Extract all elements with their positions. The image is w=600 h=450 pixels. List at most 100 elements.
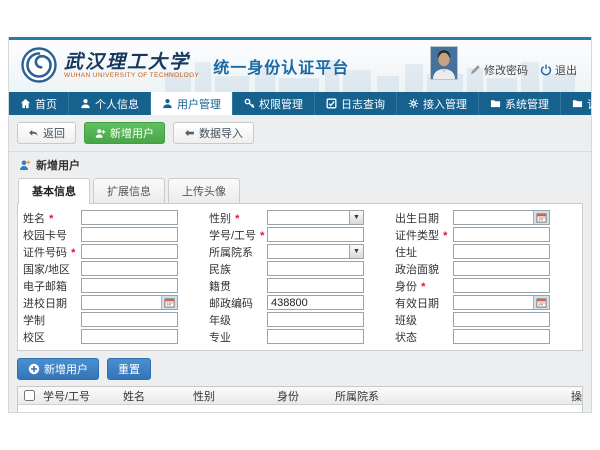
add-user-icon (95, 128, 106, 139)
field-input-campus[interactable] (81, 329, 178, 344)
field-label-ethnicity: 民族 (209, 261, 267, 277)
field-label-gender: 性别 * (209, 210, 267, 226)
field-input-campus-card-no[interactable] (81, 227, 178, 242)
header: 武汉理工大学 WUHAN UNIVERSITY OF TECHNOLOGY 统一… (9, 40, 591, 92)
field-label-study-length: 学制 (23, 312, 81, 328)
logout-link[interactable]: 退出 (540, 62, 577, 80)
column-header-identity: 身份 (274, 388, 332, 404)
form-field-campus-card-no: 校园卡号 (23, 227, 205, 242)
reset-button[interactable]: 重置 (107, 358, 151, 380)
content-area: 返回 新增用户 数据导入 新增用户 基本信息 扩展信息 上传头像 (9, 115, 591, 412)
field-label-name: 姓名 * (23, 210, 81, 226)
field-control-major (267, 329, 364, 344)
form-field-student-id: 学号/工号 * (209, 227, 391, 242)
nav-item-profile[interactable]: 个人信息 (69, 92, 151, 115)
field-input-country-region[interactable] (81, 261, 178, 276)
calendar-icon (536, 297, 547, 308)
users-table-header: 学号/工号 姓名 性别 身份 所属院系 操作 (18, 387, 582, 405)
field-input-id-type[interactable] (453, 227, 550, 242)
field-label-enroll-date: 进校日期 (23, 295, 81, 311)
field-control-identity (453, 278, 550, 293)
field-input-study-length[interactable] (81, 312, 178, 327)
field-control-country-region (81, 261, 178, 276)
field-input-class[interactable] (453, 312, 550, 327)
field-input-email[interactable] (81, 278, 178, 293)
required-asterisk: * (260, 230, 264, 242)
field-control-campus (81, 329, 178, 344)
field-input-major[interactable] (267, 329, 364, 344)
nav-item-label: 权限管理 (259, 96, 303, 112)
log-icon (326, 98, 337, 109)
field-label-country-region: 国家/地区 (23, 261, 81, 277)
form-field-name: 姓名 * (23, 210, 205, 225)
field-input-id-number[interactable] (81, 244, 178, 259)
section-title: 新增用户 (17, 152, 583, 178)
field-input-native-place[interactable] (267, 278, 364, 293)
nav-item-home[interactable]: 首页 (9, 92, 69, 115)
form-field-id-type: 证件类型 * (395, 227, 577, 242)
nav-item-subscription[interactable]: 订阅管理 (561, 92, 600, 115)
field-input-address[interactable] (453, 244, 550, 259)
nav-item-user-management[interactable]: 用户管理 (151, 92, 233, 115)
field-input-political-status[interactable] (453, 261, 550, 276)
field-label-address: 住址 (395, 244, 453, 260)
field-label-status: 状态 (395, 329, 453, 345)
section-title-text: 新增用户 (36, 157, 80, 173)
field-label-class: 班级 (395, 312, 453, 328)
field-label-grade: 年级 (209, 312, 267, 328)
select-all-checkbox[interactable] (24, 390, 35, 401)
tab-upload-avatar[interactable]: 上传头像 (168, 178, 240, 203)
tab-extended-info[interactable]: 扩展信息 (93, 178, 165, 203)
field-label-major: 专业 (209, 329, 267, 345)
dropdown-arrow-icon[interactable]: ▼ (349, 211, 363, 224)
home-icon (20, 98, 31, 109)
form-field-ethnicity: 民族 (209, 261, 391, 276)
change-password-link[interactable]: 修改密码 (470, 62, 528, 80)
tab-basic-info[interactable]: 基本信息 (18, 178, 90, 203)
back-button-label: 返回 (43, 125, 65, 141)
field-control-address (453, 244, 550, 259)
field-input-name[interactable] (81, 210, 178, 225)
folder-icon (490, 98, 501, 109)
field-control-gender: ▼ (267, 210, 364, 225)
nav-item-permissions[interactable]: 权限管理 (233, 92, 315, 115)
field-label-valid-date: 有效日期 (395, 295, 453, 311)
nav-item-label: 日志查询 (341, 96, 385, 112)
users-table: 学号/工号 姓名 性别 身份 所属院系 操作 (17, 386, 583, 412)
nav-item-label: 个人信息 (95, 96, 139, 112)
form-field-major: 专业 (209, 329, 391, 344)
required-asterisk: * (71, 247, 75, 259)
calendar-button-birth-date[interactable] (533, 211, 549, 224)
field-input-postal-code[interactable] (267, 295, 364, 310)
field-input-student-id[interactable] (267, 227, 364, 242)
field-label-campus: 校区 (23, 329, 81, 345)
calendar-button-enroll-date[interactable] (161, 296, 177, 309)
field-label-identity: 身份 * (395, 278, 453, 294)
user-icon (80, 98, 91, 109)
submit-add-user-button[interactable]: 新增用户 (17, 358, 99, 380)
field-label-native-place: 籍贯 (209, 278, 267, 294)
nav-item-system[interactable]: 系统管理 (479, 92, 561, 115)
data-import-button[interactable]: 数据导入 (173, 122, 254, 144)
user-avatar (430, 46, 458, 80)
calendar-button-valid-date[interactable] (533, 296, 549, 309)
field-input-grade[interactable] (267, 312, 364, 327)
field-control-ethnicity (267, 261, 364, 276)
calendar-icon (164, 297, 175, 308)
university-name: 武汉理工大学 WUHAN UNIVERSITY OF TECHNOLOGY (64, 53, 199, 80)
change-password-label: 修改密码 (484, 62, 528, 78)
field-input-status[interactable] (453, 329, 550, 344)
nav-item-logs[interactable]: 日志查询 (315, 92, 397, 115)
field-control-native-place (267, 278, 364, 293)
form-field-class: 班级 (395, 312, 577, 327)
required-asterisk: * (421, 281, 425, 293)
required-asterisk: * (235, 213, 239, 225)
form-field-department: 所属院系 ▼ (209, 244, 391, 259)
field-input-ethnicity[interactable] (267, 261, 364, 276)
form-panel: 姓名 *性别 *▼出生日期 校园卡号 学号/工号 *证件类型 *证件号码 *所属… (17, 203, 583, 351)
back-button[interactable]: 返回 (17, 122, 76, 144)
add-user-toolbar-button[interactable]: 新增用户 (84, 122, 165, 144)
dropdown-arrow-icon[interactable]: ▼ (349, 245, 363, 258)
field-input-identity[interactable] (453, 278, 550, 293)
nav-item-access[interactable]: 接入管理 (397, 92, 479, 115)
